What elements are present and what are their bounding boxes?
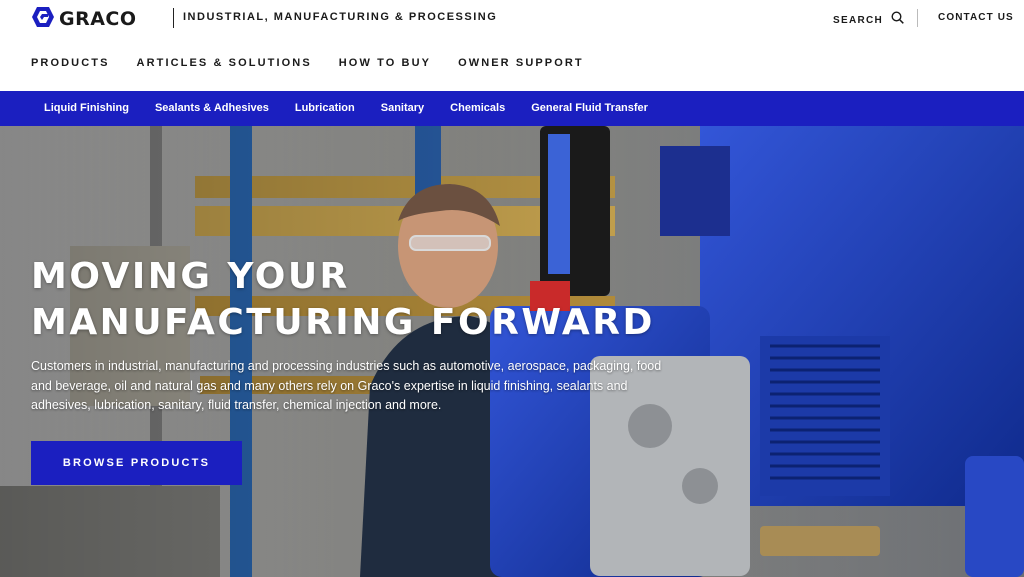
category-liquid-finishing[interactable]: Liquid Finishing bbox=[44, 102, 129, 114]
main-nav: PRODUCTS ARTICLES & SOLUTIONS HOW TO BUY… bbox=[31, 57, 584, 69]
search-icon bbox=[891, 11, 904, 29]
contact-us-link[interactable]: CONTACT US bbox=[938, 12, 1014, 23]
category-lubrication[interactable]: Lubrication bbox=[295, 102, 355, 114]
graco-logo[interactable]: GRACO bbox=[31, 6, 137, 33]
category-sanitary[interactable]: Sanitary bbox=[381, 102, 424, 114]
nav-item-articles-solutions[interactable]: ARTICLES & SOLUTIONS bbox=[137, 57, 312, 69]
logo-wordmark: GRACO bbox=[59, 8, 137, 30]
division-title: INDUSTRIAL, MANUFACTURING & PROCESSING bbox=[183, 11, 498, 23]
top-header: GRACO INDUSTRIAL, MANUFACTURING & PROCES… bbox=[0, 0, 1024, 40]
nav-item-products[interactable]: PRODUCTS bbox=[31, 57, 110, 69]
hero-section: MOVING YOUR MANUFACTURING FORWARD Custom… bbox=[0, 126, 1024, 577]
graco-logo-icon bbox=[31, 6, 55, 33]
logo-divider bbox=[173, 8, 174, 28]
nav-item-how-to-buy[interactable]: HOW TO BUY bbox=[339, 57, 431, 69]
hero-title: MOVING YOUR MANUFACTURING FORWARD bbox=[31, 256, 655, 343]
category-general-fluid-transfer[interactable]: General Fluid Transfer bbox=[531, 102, 648, 114]
search-label: SEARCH bbox=[833, 14, 884, 26]
utility-divider bbox=[917, 9, 918, 27]
category-chemicals[interactable]: Chemicals bbox=[450, 102, 505, 114]
category-sealants-adhesives[interactable]: Sealants & Adhesives bbox=[155, 102, 269, 114]
hero-background-image bbox=[0, 126, 1024, 577]
browse-products-button[interactable]: BROWSE PRODUCTS bbox=[31, 441, 242, 485]
hero-description: Customers in industrial, manufacturing a… bbox=[31, 359, 662, 412]
category-nav: Liquid Finishing Sealants & Adhesives Lu… bbox=[0, 91, 1024, 126]
search-button[interactable]: SEARCH bbox=[833, 11, 904, 29]
nav-item-owner-support[interactable]: OWNER SUPPORT bbox=[458, 57, 584, 69]
